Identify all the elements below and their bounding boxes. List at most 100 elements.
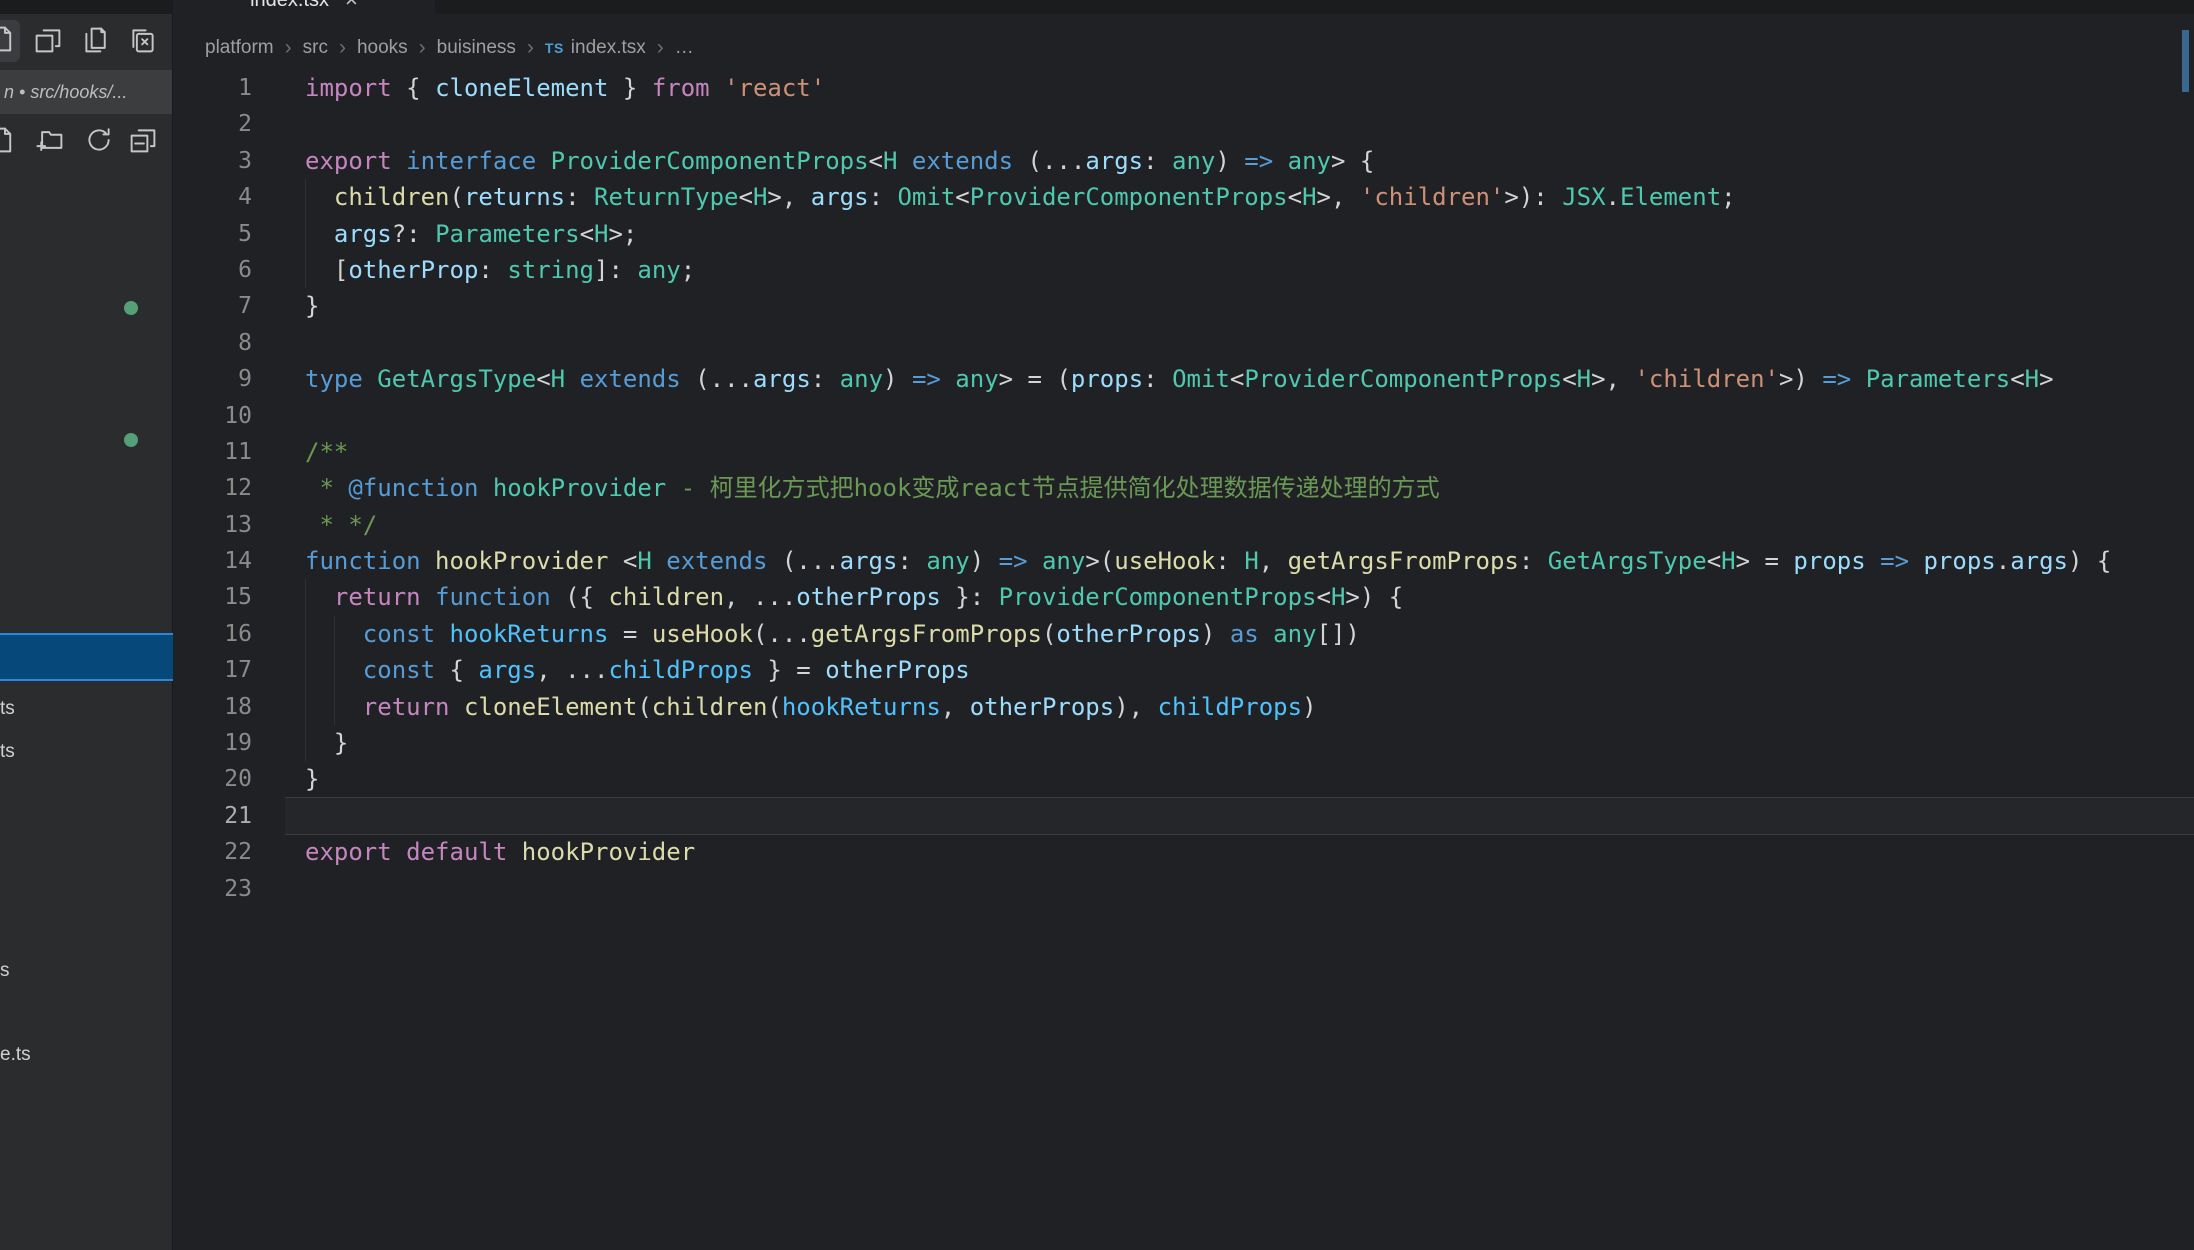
line-number: 14	[173, 543, 252, 579]
line-number: 15	[173, 579, 252, 615]
line-number: 18	[173, 689, 252, 725]
code-line-8[interactable]: 8	[173, 325, 2194, 361]
new-file-icon[interactable]	[0, 126, 16, 154]
code-line-22[interactable]: 22 export default hookProvider	[173, 834, 2194, 870]
code-line-17[interactable]: 17 const { args, ...childProps } = other…	[173, 652, 2194, 688]
breadcrumb-item-…[interactable]: …	[675, 37, 694, 59]
explorer-file-label[interactable]: e.ts	[0, 1040, 31, 1070]
code-line-20[interactable]: 20}	[173, 761, 2194, 797]
chevron-right-icon: ›	[657, 36, 664, 60]
code-text: [otherProp: string]: any;	[305, 252, 695, 288]
code-line-3[interactable]: 3 export interface ProviderComponentProps…	[173, 143, 2194, 179]
typescript-file-icon: TS	[545, 40, 564, 56]
chevron-right-icon: ›	[285, 36, 292, 60]
code-line-6[interactable]: 6 [otherProp: string]: any;	[173, 252, 2194, 288]
save-all-icon[interactable]	[82, 26, 110, 54]
code-line-4[interactable]: 4 children(returns: ReturnType<H>, args:…	[173, 179, 2194, 215]
editor-pane[interactable]: platform › src › hooks › buisiness › TSindex.tsx…	[173, 14, 2194, 1250]
code-line-2[interactable]: 2	[173, 106, 2194, 142]
line-number: 13	[173, 507, 252, 543]
code-text: args?: Parameters<H>;	[305, 216, 637, 252]
line-number: 23	[173, 871, 252, 907]
code-line-7[interactable]: 7}	[173, 288, 2194, 324]
explorer-selected-file-row[interactable]	[0, 633, 177, 681]
open-editors-item[interactable]: n • src/hooks/...	[0, 70, 172, 114]
explorer-file-label[interactable]: ts	[0, 694, 15, 724]
code-line-9[interactable]: 9 type GetArgsType<H extends (...args: an…	[173, 361, 2194, 397]
new-file-icon[interactable]	[0, 25, 16, 53]
modified-indicator-dot	[124, 301, 138, 315]
split-editor-icon[interactable]	[34, 26, 62, 54]
breadcrumb-item-platform[interactable]: platform	[205, 37, 274, 59]
code-text: return function ({ children, ...otherPro…	[305, 579, 1403, 615]
explorer-sidebar: n • src/hooks/... ts ts s e.ts	[0, 14, 173, 1250]
line-number: 1	[173, 70, 252, 106]
scrollbar-overview-mark[interactable]	[2182, 30, 2189, 92]
code-line-18[interactable]: 18 return cloneElement(children(hookRetu…	[173, 689, 2194, 725]
code-text: import { cloneElement } from 'react'	[305, 70, 825, 106]
breadcrumb: platform › src › hooks › buisiness › TSindex.tsx…	[205, 26, 694, 70]
code-text: const hookReturns = useHook(...getArgsFr…	[305, 616, 1360, 652]
tab-close-icon[interactable]: ×	[345, 0, 358, 14]
code-line-23[interactable]: 23	[173, 871, 2194, 907]
breadcrumb-item-src[interactable]: src	[303, 37, 328, 59]
chevron-right-icon: ›	[339, 36, 346, 60]
chevron-right-icon: ›	[419, 36, 426, 60]
code-line-16[interactable]: 16 const hookReturns = useHook(...getArg…	[173, 616, 2194, 652]
code-line-15[interactable]: 15 return function ({ children, ...other…	[173, 579, 2194, 615]
line-number: 5	[173, 216, 252, 252]
code-text: }	[305, 725, 348, 761]
code-line-5[interactable]: 5 args?: Parameters<H>;	[173, 216, 2194, 252]
code-text: export interface ProviderComponentProps<…	[305, 143, 1374, 179]
line-number: 9	[173, 361, 252, 397]
line-number: 4	[173, 179, 252, 215]
code-line-12[interactable]: 12 * @function hookProvider - 柯里化方式把hook…	[173, 470, 2194, 506]
code-text: * */	[305, 507, 377, 543]
vscode-window: index.tsx × n • src/hooks/...	[0, 0, 2194, 1250]
code-line-19[interactable]: 19 }	[173, 725, 2194, 761]
code-line-10[interactable]: 10	[173, 398, 2194, 434]
code-text: * @function hookProvider - 柯里化方式把hook变成r…	[305, 470, 1440, 506]
line-number: 22	[173, 834, 252, 870]
code-text: function hookProvider <H extends (...arg…	[305, 543, 2111, 579]
explorer-file-label[interactable]: s	[0, 956, 10, 986]
line-number: 16	[173, 616, 252, 652]
line-number: 21	[173, 798, 252, 834]
tab-title: index.tsx	[250, 0, 329, 14]
new-folder-icon[interactable]	[36, 126, 64, 154]
line-number: 17	[173, 652, 252, 688]
code-line-1[interactable]: 1 import { cloneElement } from 'react'	[173, 70, 2194, 106]
code-text: type GetArgsType<H extends (...args: any…	[305, 361, 2054, 397]
collapse-folders-icon[interactable]	[129, 126, 157, 154]
code-line-14[interactable]: 14 function hookProvider <H extends (...a…	[173, 543, 2194, 579]
line-number: 7	[173, 288, 252, 324]
code-text: export default hookProvider	[305, 834, 695, 870]
tab-index-tsx[interactable]: index.tsx ×	[173, 0, 435, 14]
explorer-file-label[interactable]: ts	[0, 737, 15, 767]
breadcrumb-item-index.tsx[interactable]: TSindex.tsx	[545, 37, 646, 59]
code-text: return cloneElement(children(hookReturns…	[305, 689, 1317, 725]
line-number: 8	[173, 325, 252, 361]
line-number: 10	[173, 398, 252, 434]
chevron-right-icon: ›	[527, 36, 534, 60]
code-text: children(returns: ReturnType<H>, args: O…	[305, 179, 1736, 215]
breadcrumb-item-buisiness[interactable]: buisiness	[437, 37, 516, 59]
line-number: 3	[173, 143, 252, 179]
modified-indicator-dot	[124, 433, 138, 447]
line-number: 19	[173, 725, 252, 761]
breadcrumb-item-hooks[interactable]: hooks	[357, 37, 408, 59]
code-text: /**	[305, 434, 348, 470]
code-lines[interactable]: 1 import { cloneElement } from 'react' 23 e…	[173, 70, 2194, 907]
code-text: }	[305, 288, 319, 324]
line-number: 12	[173, 470, 252, 506]
code-line-21[interactable]: 21	[173, 798, 2194, 834]
line-number: 11	[173, 434, 252, 470]
code-text: }	[305, 761, 319, 797]
line-number: 2	[173, 106, 252, 142]
close-all-editors-icon[interactable]	[129, 26, 157, 54]
code-line-13[interactable]: 13 * */	[173, 507, 2194, 543]
refresh-explorer-icon[interactable]	[85, 126, 113, 154]
code-line-11[interactable]: 11 /**	[173, 434, 2194, 470]
open-editors-item-label: n • src/hooks/...	[0, 70, 172, 114]
code-text: const { args, ...childProps } = otherPro…	[305, 652, 970, 688]
